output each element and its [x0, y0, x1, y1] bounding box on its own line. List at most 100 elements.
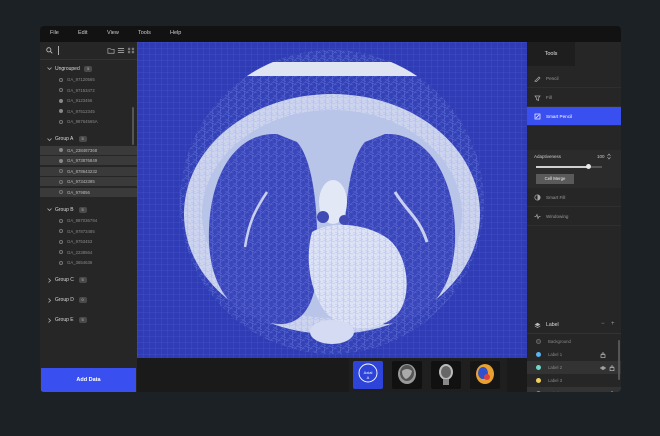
tree-toolbar: [40, 42, 137, 60]
list-view-icon[interactable]: [117, 47, 125, 54]
smart-pencil-options: Adaptiveness 100 Cell Merge: [527, 150, 621, 188]
group-name: Group E: [55, 317, 74, 323]
thumb-sagittal[interactable]: [392, 361, 422, 389]
item-name: GA_97873485: [67, 228, 95, 234]
chevron-down-icon[interactable]: [47, 137, 52, 142]
adaptiveness-slider[interactable]: [536, 164, 602, 169]
status-dot-icon: [59, 148, 63, 152]
menu-file[interactable]: File: [50, 30, 59, 36]
item-name: GA_878643232: [67, 168, 98, 174]
tool-pencil[interactable]: Pencil: [527, 69, 621, 88]
tree-group[interactable]: Group D 0: [40, 296, 137, 306]
menu-help[interactable]: Help: [170, 30, 181, 36]
tools-panel: Tools Pencil Fill Smart Pencil Smart Fill Wi…: [527, 42, 621, 392]
tree-group[interactable]: Group E 5: [40, 316, 137, 326]
ct-slice-canvas[interactable]: [137, 42, 527, 358]
tool-smart-fill[interactable]: Smart Fill: [527, 188, 621, 207]
chevron-right-icon[interactable]: [47, 297, 52, 303]
menu-edit[interactable]: Edit: [78, 30, 87, 36]
tree-item[interactable]: GA_97153472: [40, 86, 137, 95]
menu-view[interactable]: View: [107, 30, 119, 36]
chevron-down-icon[interactable]: [47, 207, 52, 212]
menu-tools[interactable]: Tools: [138, 30, 151, 36]
eye-icon[interactable]: [600, 365, 606, 371]
tree-item[interactable]: GA_878643232: [40, 166, 137, 176]
3d-brain-icon: [470, 361, 500, 389]
label-item[interactable]: Label 1: [527, 348, 621, 361]
tree-item[interactable]: GA_2238564: [40, 248, 137, 257]
tree-item[interactable]: GA_98764565A: [40, 117, 137, 126]
pencil-icon: [534, 76, 541, 82]
thumb-axial-sublabel: A: [366, 375, 370, 380]
lock-icon[interactable]: [600, 352, 606, 358]
tree-item[interactable]: GA_3654636: [40, 258, 137, 267]
chevron-down-icon[interactable]: [47, 66, 52, 71]
tree-item[interactable]: GA_979856: [40, 187, 137, 197]
tree-scrollbar[interactable]: [132, 107, 134, 145]
label-item[interactable]: Label 2: [527, 361, 621, 374]
tool-smart-pencil[interactable]: Smart Pencil: [527, 107, 621, 126]
tree-group[interactable]: Group C 5: [40, 276, 137, 286]
label-color-swatch: [536, 365, 541, 370]
chevron-right-icon[interactable]: [47, 317, 52, 323]
tab-empty: [575, 42, 621, 66]
cell-merge-button[interactable]: Cell Merge: [536, 174, 574, 184]
tool-name: Pencil: [546, 76, 559, 81]
status-dot-icon: [59, 119, 63, 124]
thumb-axial[interactable]: Axial A: [353, 361, 383, 389]
slider-handle[interactable]: [586, 164, 592, 169]
add-data-button[interactable]: Add Data: [41, 368, 136, 392]
tree-item[interactable]: GA_987036794: [40, 216, 137, 225]
eye-icon[interactable]: [600, 391, 606, 393]
group-count-badge: 5: [78, 206, 87, 213]
search-icon[interactable]: [46, 47, 53, 54]
label-name: Label 2: [548, 365, 563, 370]
group-count-badge: 5: [78, 317, 87, 323]
label-name: Background: [548, 339, 571, 344]
lock-icon[interactable]: [609, 391, 615, 393]
grid-view-icon[interactable]: [127, 47, 135, 54]
tree-item[interactable]: GA_9753453: [40, 237, 137, 246]
tree-item[interactable]: GA_238487368: [40, 145, 137, 155]
smart-fill-icon: [534, 194, 541, 201]
stepper-arrows-icon[interactable]: [607, 153, 611, 160]
add-label-icon[interactable]: +: [611, 321, 615, 327]
adaptiveness-value[interactable]: 100: [597, 154, 605, 159]
app-window: File Edit View Tools Help Ungrouped 5 GA_9…: [40, 26, 621, 392]
group-name: Group B: [55, 206, 74, 213]
label-item[interactable]: Label 4: [527, 387, 621, 392]
tree-item[interactable]: GA_97512345: [40, 107, 137, 116]
tree-item[interactable]: GA_97873485: [40, 227, 137, 236]
search-input[interactable]: [58, 46, 59, 55]
thumb-3d[interactable]: [470, 361, 500, 389]
label-panel-title: Label: [546, 322, 559, 328]
remove-label-icon[interactable]: −: [601, 321, 605, 327]
label-item[interactable]: Background: [527, 335, 621, 348]
status-dot-icon: [59, 250, 63, 254]
tree-item[interactable]: GA_973876849: [40, 156, 137, 165]
label-scrollbar[interactable]: [618, 340, 620, 380]
item-name: GA_238487368: [67, 147, 98, 153]
windowing-icon: [534, 213, 541, 220]
status-dot-icon: [59, 239, 63, 244]
tool-fill[interactable]: Fill: [527, 88, 621, 107]
tab-tools[interactable]: Tools: [527, 42, 575, 66]
group-name: Group C: [55, 277, 74, 283]
thumb-coronal[interactable]: [431, 361, 461, 389]
tool-windowing[interactable]: Windowing: [527, 207, 621, 226]
lock-icon[interactable]: [609, 365, 615, 371]
layers-icon: [534, 322, 541, 328]
chevron-right-icon[interactable]: [47, 277, 52, 283]
tree-item[interactable]: GA_97120565: [40, 75, 137, 84]
item-name: GA_9753453: [67, 239, 93, 244]
tree-group[interactable]: Group A 5: [40, 135, 137, 145]
add-folder-icon[interactable]: [107, 47, 115, 54]
tree-group[interactable]: Ungrouped 5: [40, 64, 137, 74]
tree-group[interactable]: Group B 5: [40, 205, 137, 215]
item-name: GA_97120565: [67, 77, 95, 82]
tree-item[interactable]: GA_97342385: [40, 177, 137, 186]
image-viewer[interactable]: Axial A: [137, 42, 527, 392]
status-dot-icon: [59, 218, 63, 223]
tree-item[interactable]: GA_9123456: [40, 96, 137, 105]
label-item[interactable]: Label 3: [527, 374, 621, 387]
